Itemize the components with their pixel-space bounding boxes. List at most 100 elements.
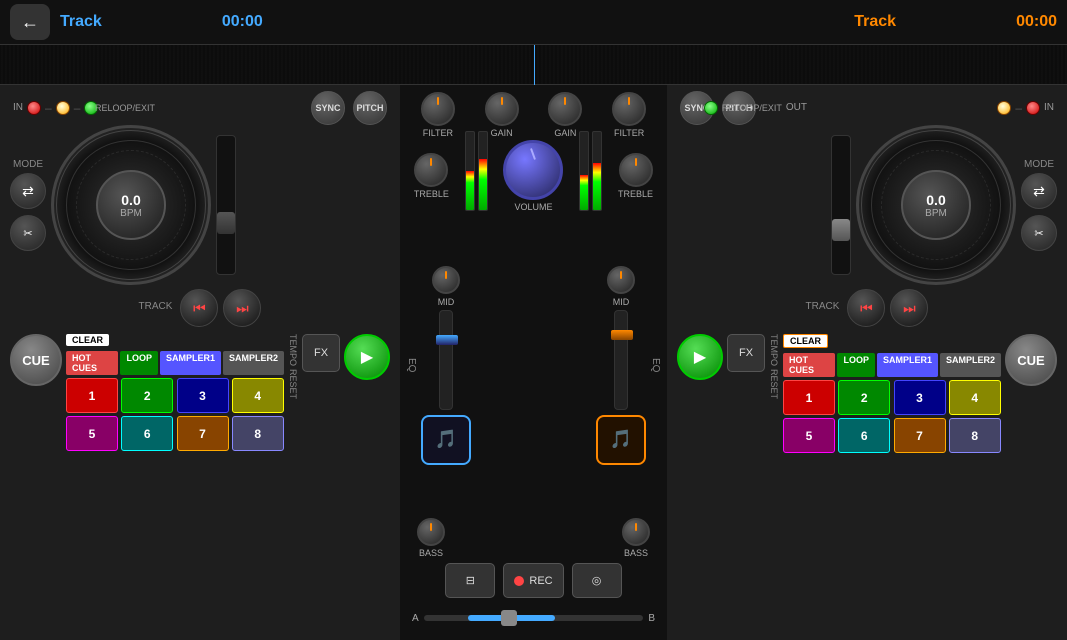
right-out-led[interactable] — [997, 101, 1011, 115]
right-pad-2[interactable]: 2 — [838, 380, 890, 415]
add-library-right-button[interactable]: 🎵 — [596, 415, 646, 465]
right-play-button[interactable]: ▶ — [677, 334, 723, 380]
right-loop-tab[interactable]: LOOP — [837, 353, 875, 377]
right-next-track-button[interactable]: ⏭ — [890, 289, 928, 327]
left-reloop-label: RELOOP/EXIT — [95, 103, 155, 113]
right-bpm-label: BPM — [925, 208, 947, 219]
bass-right-knob[interactable] — [622, 518, 650, 546]
right-pad-6[interactable]: 6 — [838, 418, 890, 453]
right-tabs: HOT CUES LOOP SAMPLER1 SAMPLER2 — [783, 353, 1001, 377]
target-button[interactable]: ◎ — [572, 563, 622, 598]
right-pitch-handle[interactable] — [832, 219, 850, 241]
right-clear-button[interactable]: CLEAR — [783, 334, 828, 348]
left-pad-4[interactable]: 4 — [232, 378, 284, 413]
treble-right-knob[interactable] — [619, 153, 653, 187]
vu-meters — [465, 141, 488, 211]
eq-right-label: EQ — [650, 358, 661, 372]
left-pad-7[interactable]: 7 — [177, 416, 229, 451]
left-controls-row: IN – – RELOOP/EXIT SYNC PITCH — [5, 90, 395, 125]
bass-left-knob[interactable] — [417, 518, 445, 546]
add-library-left-button[interactable]: 🎵 — [421, 415, 471, 465]
right-prev-track-button[interactable]: ⏮ — [847, 289, 885, 327]
left-prev-track-button[interactable]: ⏮ — [180, 289, 218, 327]
right-mode-label: MODE — [1024, 159, 1054, 170]
right-turntable[interactable]: 0.0 BPM — [856, 125, 1016, 285]
gain-left-knob[interactable] — [485, 92, 519, 126]
left-pitch-handle[interactable] — [217, 212, 235, 234]
left-play-button[interactable]: ▶ — [344, 334, 390, 380]
left-loop-tab[interactable]: LOOP — [120, 351, 158, 375]
top-bar: ← Track 00:00 Track 00:00 — [0, 0, 1067, 45]
right-fader-handle[interactable] — [611, 330, 633, 340]
crossfader-handle[interactable] — [501, 610, 517, 626]
filter-right-knob[interactable] — [612, 92, 646, 126]
left-turntable-area: MODE ⇄ ✂ 0.0 BPM — [5, 125, 395, 285]
treble-left-knob[interactable] — [414, 153, 448, 187]
right-green-led[interactable] — [704, 101, 718, 115]
crossfader-section: A B — [402, 603, 665, 633]
right-hot-cues-tab[interactable]: HOT CUES — [783, 353, 835, 377]
crossfader-track[interactable] — [424, 615, 644, 621]
right-in-out-group: – IN — [997, 101, 1054, 115]
right-fx-button[interactable]: FX — [727, 334, 765, 372]
right-pad-7[interactable]: 7 — [894, 418, 946, 453]
gain-right-knob[interactable] — [548, 92, 582, 126]
mixer-adjust-button[interactable]: ⊟ — [445, 563, 495, 598]
left-track-buttons: ⏮ ⏭ — [180, 289, 261, 327]
right-channel-fader-area: MID 🎵 — [596, 266, 646, 465]
left-next-track-button[interactable]: ⏭ — [223, 289, 261, 327]
right-channel-fader[interactable] — [614, 310, 628, 410]
left-hot-cues-tab[interactable]: HOT CUES — [66, 351, 118, 375]
left-mode-btn-2[interactable]: ✂ — [10, 215, 46, 251]
left-in-out-group: IN – – — [13, 101, 98, 115]
left-sampler1-tab[interactable]: SAMPLER1 — [160, 351, 221, 375]
left-pad-5[interactable]: 5 — [66, 416, 118, 451]
right-mode-btn-1[interactable]: ⇄ — [1021, 173, 1057, 209]
left-mode-buttons: ⇄ ✂ — [10, 173, 46, 251]
left-fx-button[interactable]: FX — [302, 334, 340, 372]
left-turntable[interactable]: 0.0 BPM — [51, 125, 211, 285]
back-button[interactable]: ← — [10, 4, 50, 40]
left-pad-1[interactable]: 1 — [66, 378, 118, 413]
gain-left-knob-container: GAIN — [485, 92, 519, 138]
left-pitch-button[interactable]: PITCH — [353, 91, 387, 125]
right-sampler2-tab[interactable]: SAMPLER2 — [940, 353, 1001, 377]
mid-right-knob[interactable] — [607, 266, 635, 294]
right-track-name: Track — [854, 13, 896, 31]
left-fader-handle[interactable] — [436, 335, 458, 345]
left-pad-8[interactable]: 8 — [232, 416, 284, 451]
right-mode-btn-2[interactable]: ✂ — [1021, 215, 1057, 251]
left-out-led[interactable] — [56, 101, 70, 115]
right-in-led[interactable] — [1026, 101, 1040, 115]
filter-right-knob-container: FILTER — [612, 92, 646, 138]
left-mode-btn-1[interactable]: ⇄ — [10, 173, 46, 209]
left-sync-button[interactable]: SYNC — [311, 91, 345, 125]
filter-left-knob[interactable] — [421, 92, 455, 126]
right-sampler1-tab[interactable]: SAMPLER1 — [877, 353, 938, 377]
right-pad-8[interactable]: 8 — [949, 418, 1001, 453]
right-pad-4[interactable]: 4 — [949, 380, 1001, 415]
left-sampler2-tab[interactable]: SAMPLER2 — [223, 351, 284, 375]
left-channel-fader[interactable] — [439, 310, 453, 410]
left-pad-3[interactable]: 3 — [177, 378, 229, 413]
left-in-led[interactable] — [27, 101, 41, 115]
right-pad-5[interactable]: 5 — [783, 418, 835, 453]
right-turntable-area: MODE ⇄ ✂ 0.0 BPM — [672, 125, 1062, 285]
volume-knob[interactable] — [503, 140, 563, 200]
left-pad-2[interactable]: 2 — [121, 378, 173, 413]
left-cue-button[interactable]: CUE — [10, 334, 62, 386]
left-track-name: Track — [60, 13, 102, 31]
left-clear-button[interactable]: CLEAR — [66, 334, 109, 346]
rec-button[interactable]: REC — [503, 563, 563, 598]
right-pitch-fader[interactable] — [831, 135, 851, 275]
left-pad-6[interactable]: 6 — [121, 416, 173, 451]
mid-left-label: MID — [438, 297, 455, 307]
left-pitch-fader[interactable] — [216, 135, 236, 275]
left-reset-button[interactable]: RESET — [288, 369, 298, 399]
right-pad-1[interactable]: 1 — [783, 380, 835, 415]
right-pad-3[interactable]: 3 — [894, 380, 946, 415]
right-reset-button[interactable]: RESET — [769, 369, 779, 399]
right-cue-button[interactable]: CUE — [1005, 334, 1057, 386]
mid-left-knob[interactable] — [432, 266, 460, 294]
bass-right-label: BASS — [624, 548, 648, 558]
